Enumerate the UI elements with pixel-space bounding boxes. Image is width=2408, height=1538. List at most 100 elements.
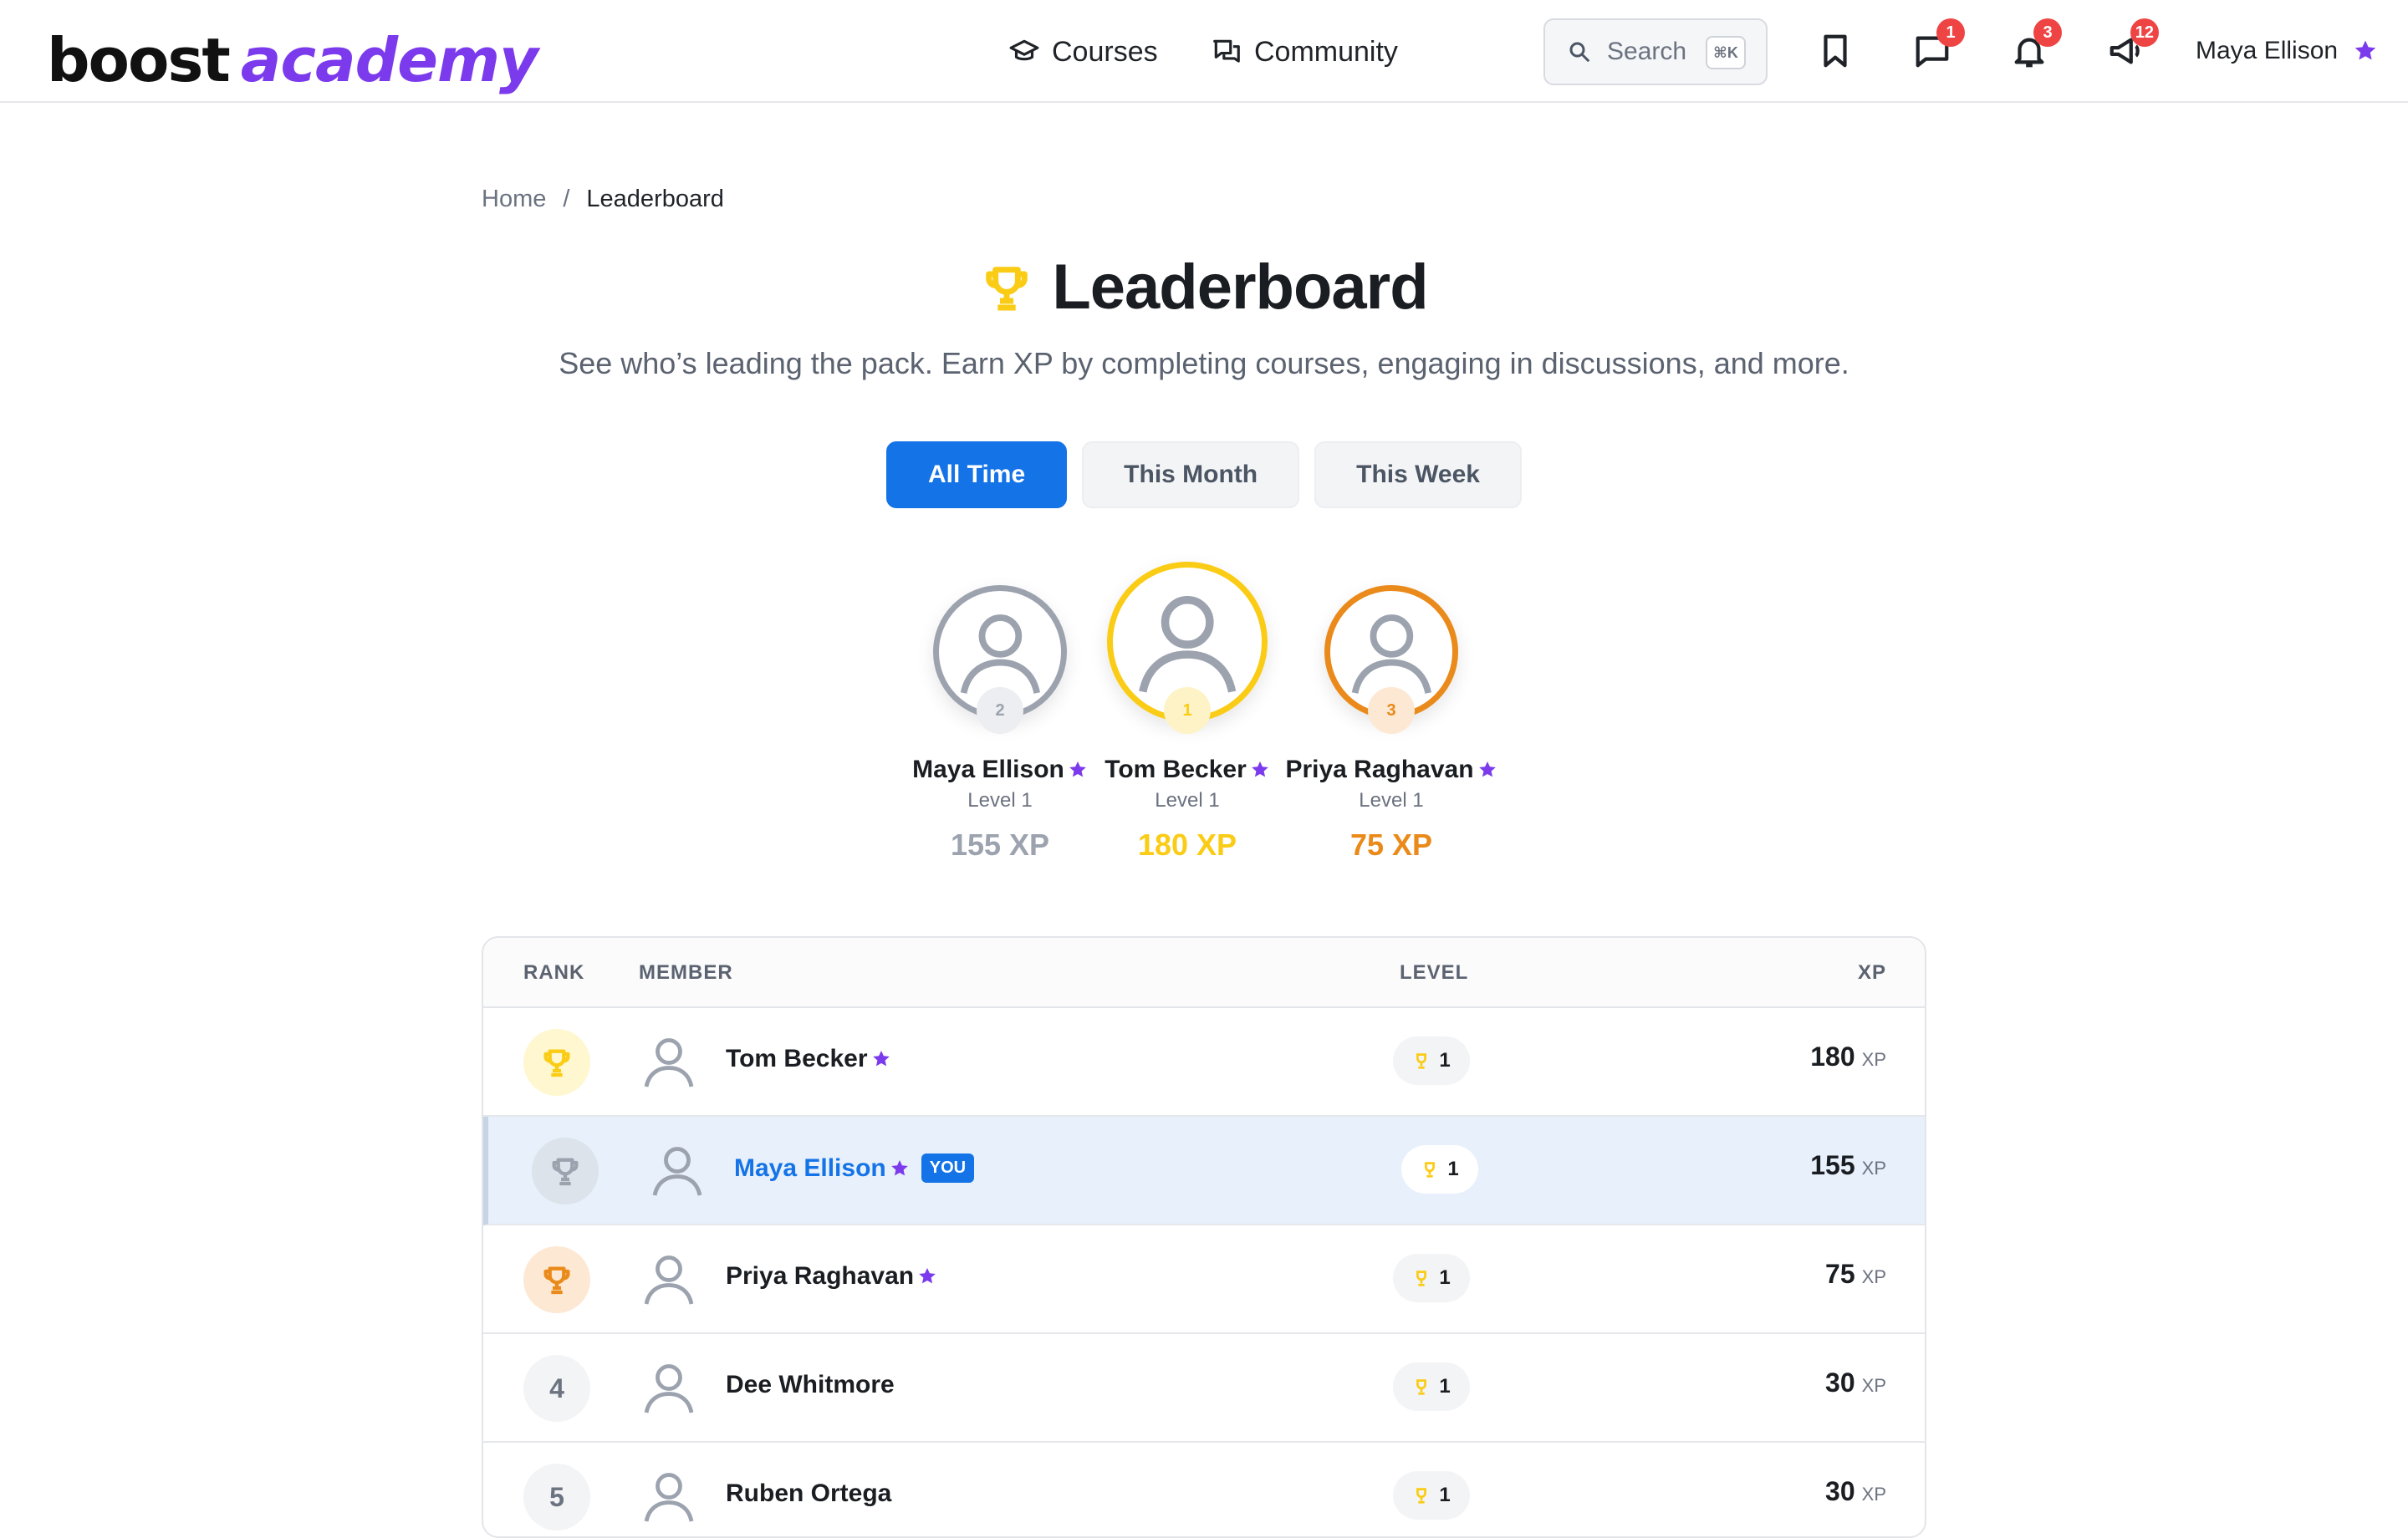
podium-name-text: Priya Raghavan bbox=[1285, 756, 1474, 783]
podium-level: Level 1 bbox=[1359, 789, 1424, 812]
user-avatar-icon bbox=[652, 1147, 702, 1196]
tab-this-week[interactable]: This Week bbox=[1314, 441, 1522, 508]
avatar bbox=[639, 1357, 699, 1418]
notifications-badge: 3 bbox=[2033, 18, 2062, 47]
column-level: LEVEL bbox=[1400, 961, 1469, 984]
table-row[interactable]: 5 Ruben Ortega 1 30 XP bbox=[483, 1443, 1925, 1536]
search-icon bbox=[1569, 42, 1590, 63]
user-avatar-icon bbox=[644, 1473, 694, 1522]
period-tabs: All Time This Month This Week bbox=[0, 441, 2408, 508]
xp-number: 30 bbox=[1825, 1367, 1855, 1398]
page-title-text: Leaderboard bbox=[1052, 252, 1428, 323]
member-name-text: Ruben Ortega bbox=[726, 1479, 892, 1507]
table-row[interactable]: Priya Raghavan 1 75 XP bbox=[483, 1225, 1925, 1334]
table-row-current-user[interactable]: Maya Ellison YOU 1 155 XP bbox=[483, 1117, 1925, 1225]
user-avatar-icon bbox=[644, 1038, 694, 1087]
messages-button[interactable]: 1 bbox=[1913, 18, 1965, 70]
announcements-badge: 12 bbox=[2130, 18, 2159, 47]
trophy-small-icon bbox=[1416, 1053, 1427, 1069]
xp-unit: XP bbox=[1861, 1266, 1886, 1287]
breadcrumb-current: Leaderboard bbox=[586, 186, 724, 212]
brand-logo[interactable]: boost academy bbox=[47, 10, 538, 90]
xp-value: 30 XP bbox=[1825, 1476, 1886, 1507]
trophy-icon bbox=[543, 1049, 570, 1077]
xp-number: 30 bbox=[1825, 1476, 1855, 1506]
bookmark-button[interactable] bbox=[1816, 32, 1854, 70]
rank-number: 4 bbox=[523, 1355, 590, 1422]
member-name-text: Priya Raghavan bbox=[726, 1262, 915, 1290]
xp-unit: XP bbox=[1861, 1049, 1886, 1070]
xp-unit: XP bbox=[1861, 1484, 1886, 1505]
rank-medal: 3 bbox=[1368, 687, 1415, 734]
xp-value: 75 XP bbox=[1825, 1259, 1886, 1290]
member-name[interactable]: Dee Whitmore bbox=[726, 1371, 895, 1399]
member-name[interactable]: Ruben Ortega bbox=[726, 1479, 891, 1508]
level-value: 1 bbox=[1439, 1484, 1451, 1506]
star-icon bbox=[1478, 761, 1496, 777]
xp-number: 155 bbox=[1810, 1150, 1855, 1180]
page-title: Leaderboard bbox=[0, 251, 2408, 323]
star-icon bbox=[2354, 40, 2376, 60]
brand-logo-part2: academy bbox=[240, 25, 538, 95]
search-placeholder: Search bbox=[1607, 38, 1687, 65]
breadcrumb-home[interactable]: Home bbox=[482, 186, 546, 213]
user-avatar-icon bbox=[1138, 595, 1237, 693]
rank-medal: 1 bbox=[1164, 687, 1211, 734]
table-row[interactable]: 4 Dee Whitmore 1 30 XP bbox=[483, 1334, 1925, 1443]
tab-this-month[interactable]: This Month bbox=[1082, 441, 1300, 508]
leaderboard-table: RANK MEMBER LEVEL XP Tom Becker 1 180 XP bbox=[482, 936, 1926, 1538]
avatar bbox=[647, 1140, 707, 1200]
page-subtitle: See who’s leading the pack. Earn XP by c… bbox=[559, 346, 1849, 380]
avatar bbox=[639, 1466, 699, 1526]
rank-number: 5 bbox=[523, 1464, 590, 1530]
level-value: 1 bbox=[1439, 1266, 1451, 1289]
column-rank: RANK bbox=[523, 961, 585, 984]
user-menu[interactable]: Maya Ellison bbox=[2196, 30, 2378, 72]
rank-badge bbox=[523, 1029, 590, 1096]
breadcrumb-separator: / bbox=[563, 186, 570, 212]
search-shortcut: ⌘K bbox=[1706, 36, 1746, 69]
avatar bbox=[639, 1031, 699, 1092]
table-header: RANK MEMBER LEVEL XP bbox=[483, 938, 1925, 1008]
level-pill: 1 bbox=[1393, 1471, 1470, 1520]
brand-logo-part1: boost bbox=[47, 25, 231, 95]
xp-unit: XP bbox=[1861, 1375, 1886, 1396]
trophy-icon bbox=[552, 1158, 579, 1186]
star-icon bbox=[919, 1268, 936, 1284]
user-avatar-icon bbox=[1351, 614, 1431, 694]
notifications-button[interactable]: 3 bbox=[2010, 18, 2062, 70]
avatar bbox=[639, 1249, 699, 1309]
level-pill: 1 bbox=[1401, 1145, 1478, 1194]
announcements-button[interactable]: 12 bbox=[2107, 18, 2159, 70]
xp-value: 155 XP bbox=[1810, 1150, 1886, 1181]
xp-number: 180 bbox=[1810, 1041, 1855, 1072]
table-row[interactable]: Tom Becker 1 180 XP bbox=[483, 1008, 1925, 1117]
level-value: 1 bbox=[1439, 1375, 1451, 1398]
column-member: MEMBER bbox=[639, 961, 733, 984]
level-value: 1 bbox=[1439, 1049, 1451, 1072]
nav-community[interactable]: Community bbox=[1211, 25, 1398, 79]
top-navbar: boost academy Courses Community Search ⌘… bbox=[0, 0, 2408, 103]
nav-courses[interactable]: Courses bbox=[1008, 25, 1158, 79]
trophy-small-icon bbox=[1416, 1271, 1427, 1286]
member-name-text: Tom Becker bbox=[726, 1045, 868, 1072]
podium-name: Priya Raghavan bbox=[1224, 756, 1559, 784]
member-name-text: Maya Ellison bbox=[734, 1154, 886, 1182]
xp-value: 30 XP bbox=[1825, 1367, 1886, 1398]
rank-medal: 2 bbox=[977, 687, 1023, 734]
user-avatar-icon bbox=[644, 1364, 694, 1413]
level-pill: 1 bbox=[1393, 1036, 1470, 1085]
level-pill: 1 bbox=[1393, 1362, 1470, 1411]
tab-all-time[interactable]: All Time bbox=[886, 441, 1068, 508]
member-name[interactable]: Priya Raghavan bbox=[726, 1262, 937, 1291]
member-name-text: Dee Whitmore bbox=[726, 1371, 895, 1398]
member-name[interactable]: Tom Becker bbox=[726, 1045, 891, 1073]
star-icon bbox=[872, 1051, 890, 1067]
you-badge: YOU bbox=[921, 1154, 975, 1183]
nav-community-label: Community bbox=[1254, 35, 1398, 68]
xp-value: 180 XP bbox=[1810, 1041, 1886, 1072]
search-box[interactable]: Search ⌘K bbox=[1543, 18, 1768, 85]
member-name[interactable]: Maya Ellison YOU bbox=[734, 1154, 975, 1183]
bookmark-icon bbox=[1824, 34, 1847, 68]
trophy-small-icon bbox=[1425, 1162, 1436, 1178]
